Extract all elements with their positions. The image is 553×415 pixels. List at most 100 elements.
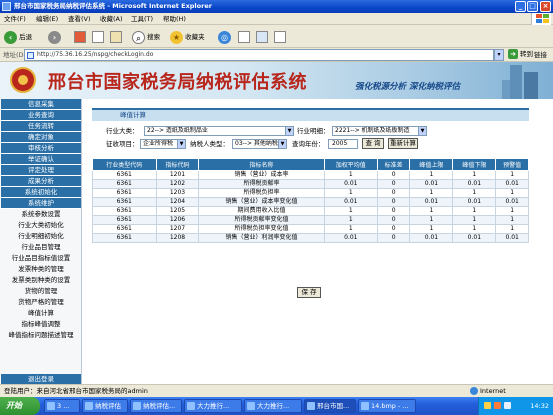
sidebar-item[interactable]: 发票类别种类的设置 xyxy=(1,275,81,286)
column-header: 峰值下限 xyxy=(452,158,497,171)
mail-button[interactable] xyxy=(256,29,268,45)
windows-logo-icon xyxy=(531,13,551,25)
project-select[interactable]: 企业所得税 ▼ xyxy=(140,139,186,149)
sidebar-item[interactable]: 审核分析 xyxy=(1,143,81,154)
taskbar-item[interactable]: 纳税评估 xyxy=(82,399,128,413)
table-cell: 0 xyxy=(376,179,411,189)
table-row[interactable]: 6361 1206 所得税贡献率变化值 1 0 1 1 1 xyxy=(92,215,529,225)
sidebar-item[interactable]: 峰值指标问题描述管理 xyxy=(1,330,81,341)
taskbar-item[interactable]: 14.bmp - ... xyxy=(358,399,416,413)
menu-edit[interactable]: 编辑(E) xyxy=(36,14,58,24)
table-cell: 1 xyxy=(323,215,378,225)
globe-icon xyxy=(470,387,478,395)
sidebar-item[interactable]: 行业明细初始化 xyxy=(1,231,81,242)
menu-help[interactable]: 帮助(H) xyxy=(163,14,186,24)
chevron-down-icon: ▼ xyxy=(418,127,426,135)
table-cell: 1 xyxy=(452,215,497,225)
table-body: 6361 1201 销售（营业）成本率 1 0 1 1 1 6361 1202 所得税贡献率 0.01… xyxy=(92,170,529,243)
table-row[interactable]: 6361 1204 销售（营业）成本率变化值 0.01 0 0.01 0.01 0.01 xyxy=(92,197,529,207)
taxpayer-type-select[interactable]: 03--> 其他纳税人 ▼ xyxy=(232,139,287,149)
sidebar-item[interactable]: 货物严格的管理 xyxy=(1,297,81,308)
close-button[interactable]: × xyxy=(540,1,551,12)
table-row[interactable]: 6361 1205 期间费用收入比值 1 0 1 1 1 xyxy=(92,206,529,216)
menu-favorites[interactable]: 收藏(A) xyxy=(100,14,123,24)
minimize-button[interactable]: _ xyxy=(515,1,526,12)
menu-tools[interactable]: 工具(T) xyxy=(131,14,153,24)
table-row[interactable]: 6361 1202 所得税贡献率 0.01 0 0.01 0.01 0.01 xyxy=(92,179,529,189)
forward-button[interactable]: › xyxy=(48,29,61,45)
table-row[interactable]: 6361 1208 销售（营业）利润率变化值 0.01 0 0.01 0.01 0.01 xyxy=(92,233,529,243)
tray-icon[interactable] xyxy=(484,402,491,409)
year-input[interactable]: 2005 xyxy=(328,139,358,149)
sidebar-item[interactable]: 信息采集 xyxy=(1,99,81,110)
taskbar-item[interactable]: 3 ... xyxy=(44,399,80,413)
tray-icon[interactable] xyxy=(504,402,511,409)
table-cell: 1 xyxy=(495,206,529,216)
sidebar-item[interactable]: 确定对象 xyxy=(1,132,81,143)
sidebar-item[interactable]: 任务流转 xyxy=(1,121,81,132)
query-button[interactable]: 查 询 xyxy=(362,138,384,149)
sidebar-item[interactable]: 系统维护 xyxy=(1,198,81,209)
print-button[interactable] xyxy=(274,29,286,45)
taskbar-item[interactable]: 大力推行... xyxy=(244,399,302,413)
stop-button[interactable] xyxy=(74,29,86,45)
go-button[interactable]: ➜ 转到 xyxy=(508,49,533,60)
address-input[interactable]: http://75.36.16.25/nspg/checkLogin.do xyxy=(24,49,494,61)
sidebar-item[interactable]: 评定处理 xyxy=(1,165,81,176)
back-button[interactable]: ‹ 后退 xyxy=(4,29,32,45)
table-cell: 所得税负担率 xyxy=(198,188,325,198)
history-button[interactable] xyxy=(238,29,250,45)
taskbar-item[interactable]: 邢台市国... xyxy=(304,399,356,413)
tray-icon[interactable] xyxy=(494,402,501,409)
sidebar-item[interactable]: 行业品目管理 xyxy=(1,242,81,253)
start-button[interactable]: 开始 xyxy=(0,397,40,415)
taskbar-item[interactable]: 大力推行... xyxy=(184,399,242,413)
sidebar-item[interactable]: 货物的管理 xyxy=(1,286,81,297)
search-label: 搜索 xyxy=(147,33,161,41)
sidebar-item[interactable]: 发票种类的管理 xyxy=(1,264,81,275)
search-button[interactable]: ⌕ 搜索 xyxy=(132,29,160,45)
table-cell: 销售（营业）成本率 xyxy=(198,170,325,180)
menu-view[interactable]: 查看(V) xyxy=(68,14,91,24)
table-row[interactable]: 6361 1203 所得税负担率 1 0 1 1 1 xyxy=(92,188,529,198)
project-value: 企业所得税 xyxy=(143,140,174,147)
table-cell: 0.01 xyxy=(495,233,529,243)
back-arrow-icon: ‹ xyxy=(4,30,17,44)
home-button[interactable] xyxy=(110,29,122,45)
logout-button[interactable]: 退出登录 xyxy=(1,374,81,384)
sidebar-item[interactable]: 系统参数设置 xyxy=(1,209,81,220)
column-header: 行业类型代码 xyxy=(92,158,157,171)
filter-form: 行业大类： 22--> 造纸及纸制品业 ▼ 行业明细： 2221--> 机制纸及… xyxy=(92,123,529,155)
refresh-button[interactable] xyxy=(92,29,104,45)
taskbar: 开始 3 ... 纳税评估 纳税评估... 大力推行... 大力推行... 邢台市国...… xyxy=(0,397,553,415)
back-label: 后退 xyxy=(19,33,33,41)
sidebar-item[interactable]: 系统初始化 xyxy=(1,187,81,198)
table-row[interactable]: 6361 1207 所得税负担率变化值 1 0 1 1 1 xyxy=(92,224,529,234)
maximize-button[interactable]: □ xyxy=(527,1,538,12)
sidebar-item[interactable]: 行业大类初始化 xyxy=(1,220,81,231)
menu-file[interactable]: 文件(F) xyxy=(4,14,26,24)
taskbar-item[interactable]: 纳税评估... xyxy=(130,399,182,413)
year-value: 2005 xyxy=(332,140,348,147)
table-row[interactable]: 6361 1201 销售（营业）成本率 1 0 1 1 1 xyxy=(92,170,529,180)
favorites-button[interactable]: ★ 收藏夹 xyxy=(170,29,205,45)
links-label[interactable]: 链接 xyxy=(534,50,547,60)
save-button[interactable]: 保 存 xyxy=(297,287,321,298)
table-cell: 1 xyxy=(452,170,497,180)
sidebar-item[interactable]: 指标峰值调整 xyxy=(1,319,81,330)
industry-detail-select[interactable]: 2221--> 机制纸及纸板制造 ▼ xyxy=(332,126,427,136)
sidebar-item[interactable]: 行业品目指标值设置 xyxy=(1,253,81,264)
address-dropdown-button[interactable]: ▾ xyxy=(494,49,504,61)
sidebar-nav: 信息采集 业务查询 任务流转 确定对象 审核分析 举证确认 评定处理 成果分析 系统初始化 系统维… xyxy=(0,99,81,341)
sidebar-item[interactable]: 业务查询 xyxy=(1,110,81,121)
peak-value-table: 行业类型代码 指标代码 指标名称 加权平均值 标准差 峰值上限 峰值下限 预警值 6361 12… xyxy=(92,158,529,243)
taxpayer-type-label: 纳税人类型： xyxy=(190,140,229,148)
recalculate-button[interactable]: 重新计算 xyxy=(388,138,418,149)
industry-major-select[interactable]: 22--> 造纸及纸制品业 ▼ xyxy=(144,126,294,136)
tax-emblem-icon xyxy=(10,67,36,93)
media-button[interactable]: ◎ xyxy=(218,29,231,45)
go-arrow-icon: ➜ xyxy=(508,49,518,59)
sidebar-item[interactable]: 成果分析 xyxy=(1,176,81,187)
sidebar-item[interactable]: 峰值计算 xyxy=(1,308,81,319)
sidebar-item[interactable]: 举证确认 xyxy=(1,154,81,165)
